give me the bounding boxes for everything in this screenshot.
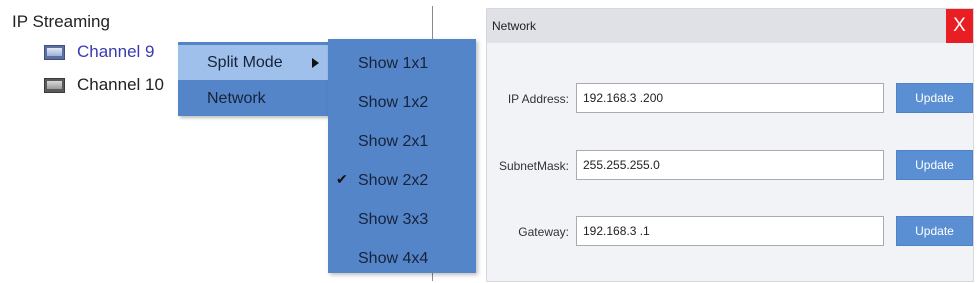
submenu-item-label: Show 4x4 [358, 250, 429, 267]
monitor-icon [44, 77, 65, 93]
submenu-item-show-3x3[interactable]: Show 3x3 [328, 201, 476, 239]
submenu-item-show-1x1[interactable]: Show 1x1 [328, 45, 476, 83]
split-mode-submenu: Show 1x1 Show 1x2 Show 2x1 ✔ Show 2x2 Sh… [328, 39, 476, 273]
subnet-mask-field[interactable]: 255.255.255.0 [576, 150, 884, 180]
submenu-item-show-2x2[interactable]: ✔ Show 2x2 [328, 162, 476, 200]
button-label: Update [915, 224, 954, 238]
submenu-item-label: Show 1x1 [358, 55, 429, 72]
menu-item-label: Network [207, 89, 266, 107]
submenu-item-show-4x4[interactable]: Show 4x4 [328, 240, 476, 278]
menu-item-label: Split Mode [207, 53, 283, 71]
submenu-item-show-2x1[interactable]: Show 2x1 [328, 123, 476, 161]
update-ip-address-button[interactable]: Update [896, 83, 973, 113]
ip-address-label: IP Address: [507, 92, 569, 106]
tree-item-label: Channel 10 [77, 75, 164, 94]
tree-item-label: Channel 9 [77, 42, 155, 61]
context-menu: Split Mode Network [178, 42, 328, 116]
submenu-item-label: Show 1x2 [358, 94, 429, 111]
gateway-label: Gateway: [518, 225, 569, 239]
submenu-arrow-icon [312, 58, 319, 68]
tree-item-channel-9[interactable]: Channel 9 [44, 42, 155, 62]
menu-item-split-mode[interactable]: Split Mode [178, 45, 328, 80]
update-gateway-button[interactable]: Update [896, 216, 973, 246]
monitor-icon [44, 44, 65, 60]
submenu-item-show-1x2[interactable]: Show 1x2 [328, 84, 476, 122]
submenu-item-label: Show 2x2 [358, 172, 429, 189]
dialog-titlebar[interactable]: Network X [487, 9, 973, 43]
gateway-field[interactable]: 192.168.3 .1 [576, 216, 884, 246]
button-label: Update [915, 158, 954, 172]
dialog-title: Network [492, 19, 537, 33]
channel-tree-panel: IP Streaming Channel 9 Channel 10 Split … [6, 6, 481, 281]
button-label: Update [915, 91, 954, 105]
tree-root-ip-streaming[interactable]: IP Streaming [12, 12, 110, 32]
submenu-item-label: Show 2x1 [358, 133, 429, 150]
ip-address-field[interactable]: 192.168.3 .200 [576, 83, 884, 113]
subnet-mask-label: SubnetMask: [498, 159, 569, 173]
submenu-item-label: Show 3x3 [358, 211, 429, 228]
checkmark-icon: ✔ [336, 171, 348, 187]
update-subnet-mask-button[interactable]: Update [896, 150, 973, 180]
tree-item-channel-10[interactable]: Channel 10 [44, 75, 164, 95]
menu-item-network[interactable]: Network [178, 81, 328, 116]
close-icon: X [953, 15, 966, 36]
close-button[interactable]: X [946, 9, 973, 43]
network-dialog: Network X IP Address: 192.168.3 .200 Upd… [486, 8, 974, 282]
